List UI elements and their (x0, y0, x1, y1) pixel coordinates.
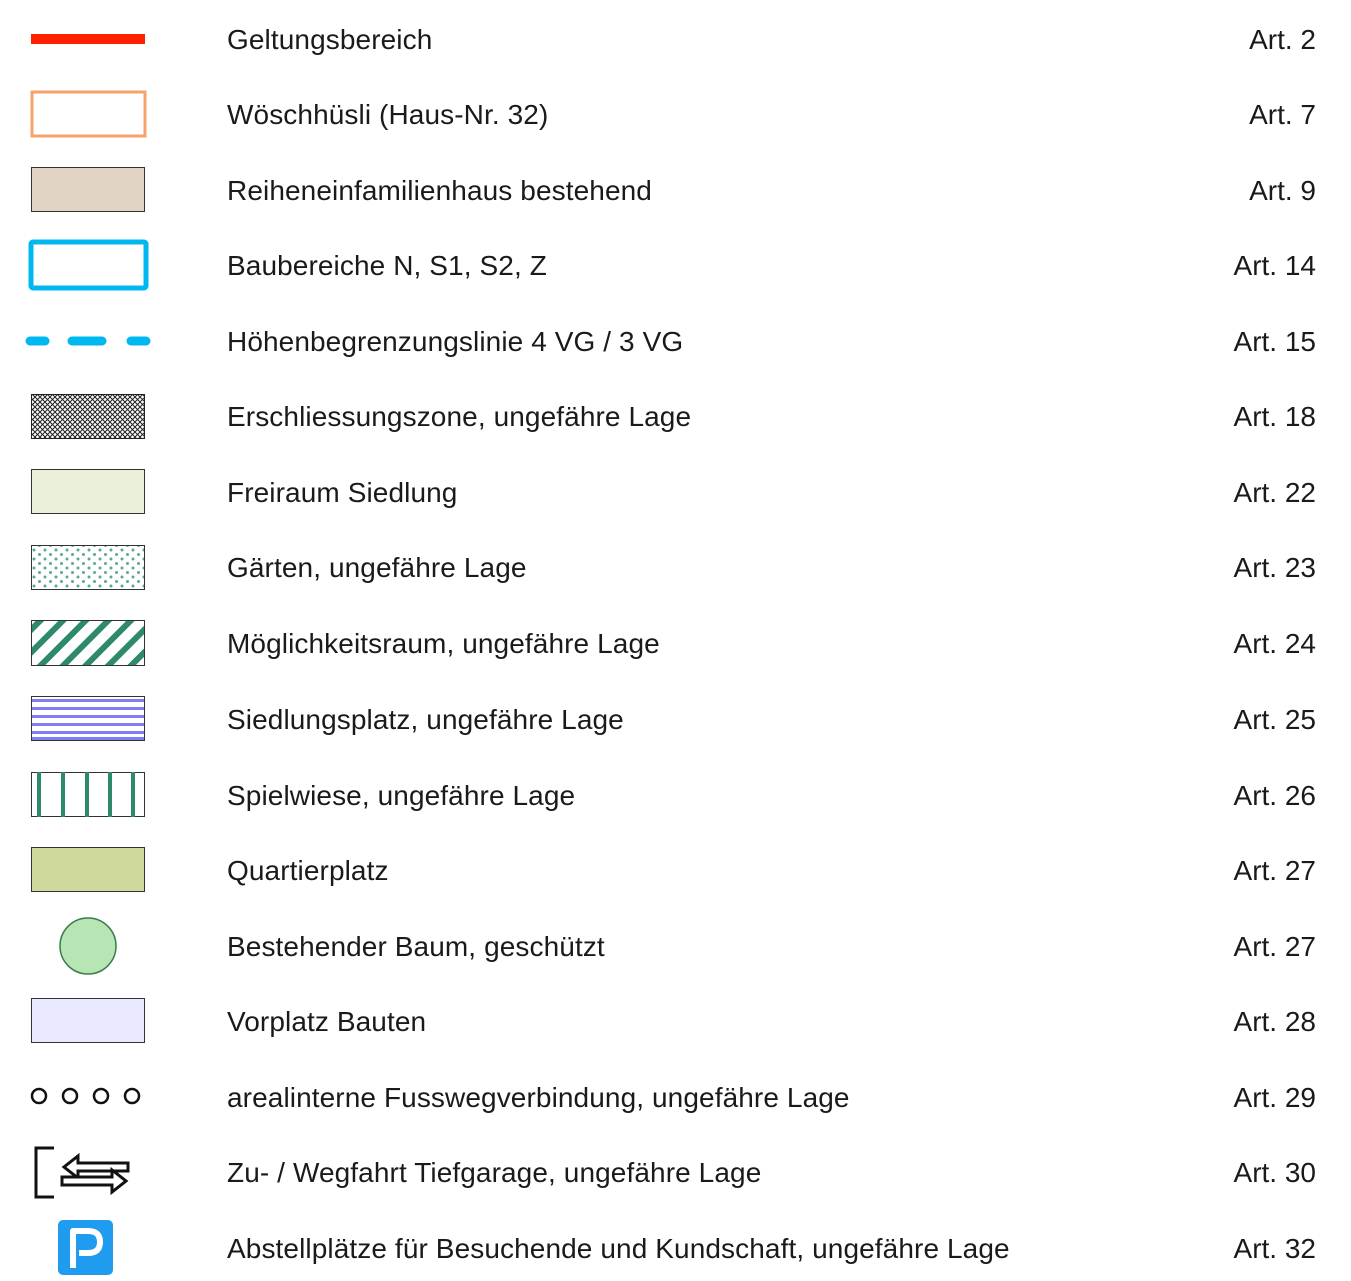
legend-article: Art. 23 (1233, 552, 1316, 583)
legend-article: Art. 7 (1249, 99, 1316, 130)
vertical-bars-rect-icon (20, 766, 160, 826)
legend-row-erschliessungszone: Erschliessungszone, ungefähre Lage Art. … (0, 387, 1351, 447)
red-line-icon (20, 10, 160, 70)
legend-row-baubereiche: Baubereiche N, S1, S2, Z Art. 14 (0, 236, 1351, 296)
legend-article: Art. 15 (1233, 326, 1316, 357)
legend-row-freiraum-siedlung: Freiraum Siedlung Art. 22 (0, 463, 1351, 523)
legend-label: Geltungsbereich (227, 24, 433, 55)
legend-article: Art. 27 (1233, 855, 1316, 886)
garage-arrows-icon (20, 1143, 160, 1203)
legend-row-geltungsbereich: Geltungsbereich Art. 2 (0, 10, 1351, 70)
parking-icon (20, 1219, 160, 1279)
legend-label: Gärten, ungefähre Lage (227, 552, 527, 583)
legend-row-baum: Bestehender Baum, geschützt Art. 27 (0, 917, 1351, 977)
legend-row-siedlungsplatz: Siedlungsplatz, ungefähre Lage Art. 25 (0, 690, 1351, 750)
legend-label: Zu- / Wegfahrt Tiefgarage, ungefähre Lag… (227, 1157, 762, 1188)
legend-label: Baubereiche N, S1, S2, Z (227, 250, 547, 281)
legend-label: Erschliessungszone, ungefähre Lage (227, 401, 692, 432)
legend-label: arealinterne Fusswegverbindung, ungefähr… (227, 1082, 850, 1113)
legend-row-moeglichkeitsraum: Möglichkeitsraum, ungefähre Lage Art. 24 (0, 614, 1351, 674)
legend-row-spielwiese: Spielwiese, ungefähre Lage Art. 26 (0, 766, 1351, 826)
horizontal-stripes-rect-icon (20, 690, 160, 750)
beige-rect-icon (20, 161, 160, 221)
legend-article: Art. 9 (1249, 175, 1316, 206)
tree-circle-icon (20, 917, 160, 977)
olive-rect-icon (20, 841, 160, 901)
circle-chain-icon (20, 1068, 160, 1128)
legend-row-woeschhuesli: Wöschhüsli (Haus-Nr. 32) Art. 7 (0, 85, 1351, 145)
legend-label: Bestehender Baum, geschützt (227, 931, 605, 962)
legend: Geltungsbereich Art. 2 Wöschhüsli (Haus-… (0, 0, 1351, 1281)
legend-label: Vorplatz Bauten (227, 1006, 427, 1037)
legend-article: Art. 18 (1233, 401, 1316, 432)
legend-row-quartierplatz: Quartierplatz Art. 27 (0, 841, 1351, 901)
lavender-rect-icon (20, 992, 160, 1052)
legend-article: Art. 26 (1233, 780, 1316, 811)
legend-label: Spielwiese, ungefähre Lage (227, 780, 576, 811)
legend-article: Art. 32 (1233, 1233, 1316, 1264)
diagonal-hatch-rect-icon (20, 614, 160, 674)
legend-article: Art. 25 (1233, 704, 1316, 735)
legend-label: Reiheneinfamilienhaus bestehend (227, 175, 652, 206)
legend-label: Wöschhüsli (Haus-Nr. 32) (227, 99, 549, 130)
legend-label: Höhenbegrenzungslinie 4 VG / 3 VG (227, 326, 684, 357)
legend-article: Art. 22 (1233, 477, 1316, 508)
legend-article: Art. 27 (1233, 931, 1316, 962)
legend-article: Art. 29 (1233, 1082, 1316, 1113)
legend-row-reiheneinfamilienhaus: Reiheneinfamilienhaus bestehend Art. 9 (0, 161, 1351, 221)
legend-label: Siedlungsplatz, ungefähre Lage (227, 704, 624, 735)
legend-article: Art. 2 (1249, 24, 1316, 55)
cyan-outline-rect-icon (20, 236, 160, 296)
legend-row-gaerten: Gärten, ungefähre Lage Art. 23 (0, 538, 1351, 598)
legend-row-abstellplaetze: Abstellplätze für Besuchende und Kundsch… (0, 1219, 1351, 1279)
legend-label: Möglichkeitsraum, ungefähre Lage (227, 628, 660, 659)
legend-row-hoehenbegrenzungslinie: Höhenbegrenzungslinie 4 VG / 3 VG Art. 1… (0, 312, 1351, 372)
legend-article: Art. 24 (1233, 628, 1316, 659)
legend-article: Art. 30 (1233, 1157, 1316, 1188)
dotted-rect-icon (20, 538, 160, 598)
legend-row-tiefgarage: Zu- / Wegfahrt Tiefgarage, ungefähre Lag… (0, 1143, 1351, 1203)
legend-label: Quartierplatz (227, 855, 389, 886)
legend-article: Art. 14 (1233, 250, 1316, 281)
legend-row-vorplatz: Vorplatz Bauten Art. 28 (0, 992, 1351, 1052)
crosshatch-rect-icon (20, 387, 160, 447)
cyan-dashed-line-icon (20, 312, 160, 372)
legend-label: Abstellplätze für Besuchende und Kundsch… (227, 1233, 1010, 1264)
legend-article: Art. 28 (1233, 1006, 1316, 1037)
orange-outline-rect-icon (20, 85, 160, 145)
legend-row-fussweg: arealinterne Fusswegverbindung, ungefähr… (0, 1068, 1351, 1128)
legend-label: Freiraum Siedlung (227, 477, 458, 508)
pale-green-rect-icon (20, 463, 160, 523)
